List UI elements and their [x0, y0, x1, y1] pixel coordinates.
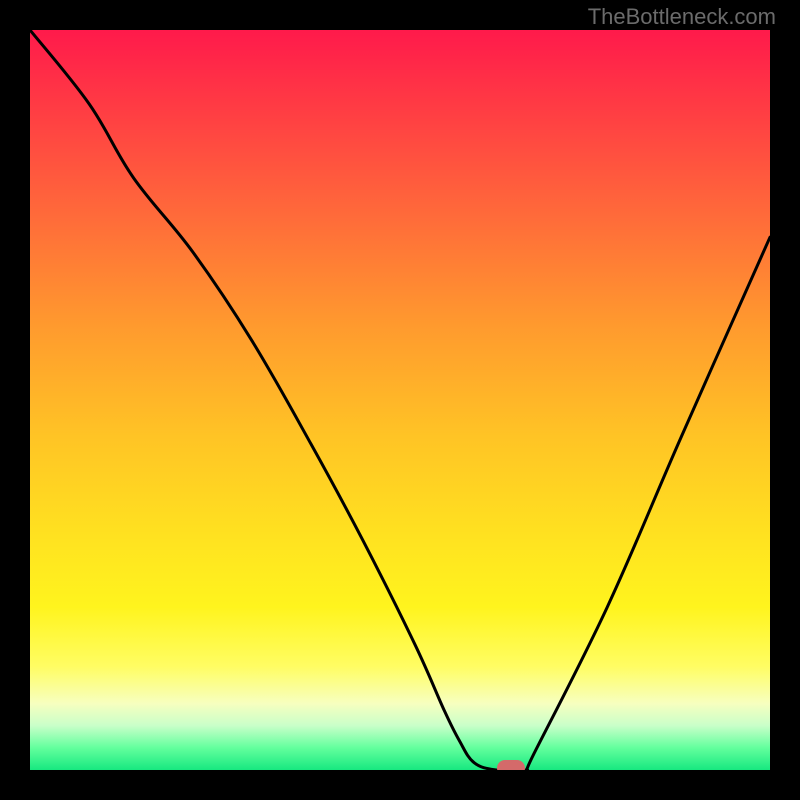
bottleneck-curve — [30, 30, 770, 770]
plot-area — [30, 30, 770, 770]
watermark-text: TheBottleneck.com — [588, 4, 776, 30]
chart-frame: TheBottleneck.com — [0, 0, 800, 800]
optimal-marker — [497, 760, 525, 770]
